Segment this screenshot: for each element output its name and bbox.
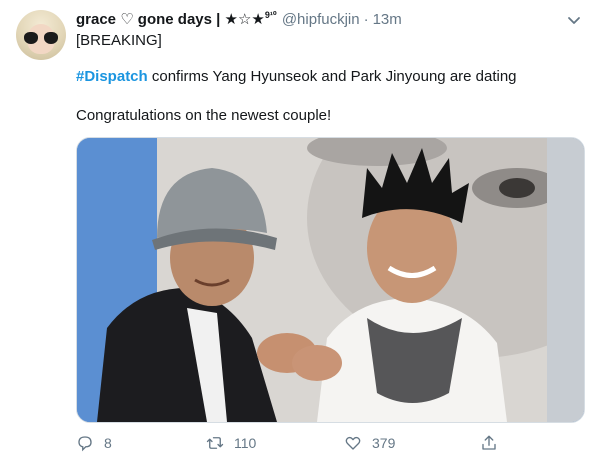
reply-count: 8 — [104, 435, 112, 451]
reply-button[interactable]: 8 — [76, 434, 112, 452]
tweet-media-photo[interactable] — [76, 137, 585, 423]
timestamp[interactable]: 13m — [373, 11, 402, 28]
tweet-actions: 8 110 379 — [76, 434, 536, 456]
heart-sunglasses-icon — [24, 32, 58, 44]
tweet-text-body: confirms Yang Hyunseok and Park Jinyoung… — [147, 68, 517, 85]
share-button[interactable] — [480, 434, 508, 452]
hashtag-link[interactable]: #Dispatch — [76, 68, 148, 85]
like-button[interactable]: 379 — [344, 434, 395, 452]
reply-icon — [78, 436, 92, 452]
tweet-card[interactable]: grace ♡ gone days | ★☆★9¹⁰ @hipfuckjin ·… — [0, 0, 601, 452]
display-name[interactable]: grace ♡ gone days | ★☆★9¹⁰ — [76, 10, 277, 28]
tweet-header-row: grace ♡ gone days | ★☆★9¹⁰ @hipfuckjin ·… — [76, 8, 584, 30]
like-count: 379 — [372, 435, 396, 451]
retweet-icon — [206, 437, 224, 449]
chevron-down-icon[interactable] — [566, 12, 582, 28]
avatar[interactable] — [16, 10, 66, 60]
display-name-superscript: 9¹⁰ — [264, 10, 277, 20]
user-handle[interactable]: @hipfuckjin — [282, 11, 360, 28]
retweet-button[interactable]: 110 — [206, 434, 256, 452]
retweet-count: 110 — [234, 435, 257, 451]
tweet-text-line-2: #Dispatch confirms Yang Hyunseok and Par… — [76, 68, 517, 85]
share-icon — [482, 435, 496, 450]
tweet-header: grace ♡ gone days | ★☆★9¹⁰ @hipfuckjin ·… — [76, 8, 584, 30]
like-icon — [345, 436, 361, 450]
separator-dot: · — [363, 10, 369, 28]
tweet-text-line-3: Congratulations on the newest couple! — [76, 107, 332, 124]
photo-illustration — [77, 138, 584, 422]
tweet-text-line-1: [BREAKING] — [76, 32, 162, 49]
